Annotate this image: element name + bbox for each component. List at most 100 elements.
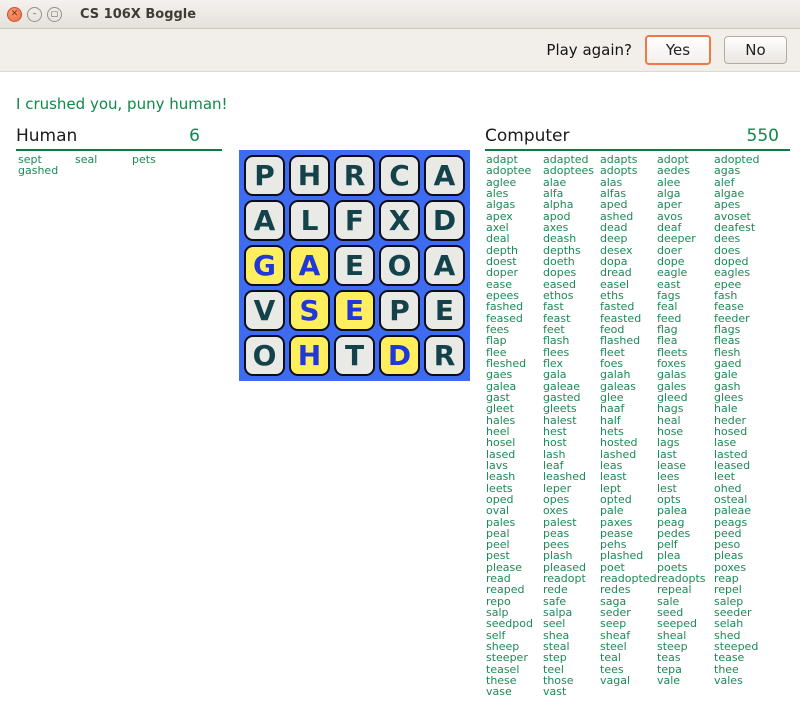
word: vast <box>543 686 600 697</box>
word: leashed <box>543 471 600 482</box>
word: adoptee <box>486 165 543 176</box>
word: dread <box>600 267 657 278</box>
word: flea <box>657 335 714 346</box>
word: fease <box>714 301 771 312</box>
word: vales <box>714 675 771 686</box>
word: aedes <box>657 165 714 176</box>
word: host <box>543 437 600 448</box>
word: doper <box>486 267 543 278</box>
word: eagles <box>714 267 771 278</box>
word: deeper <box>657 233 714 244</box>
play-again-label: Play again? <box>546 41 632 59</box>
board-tile: A <box>424 155 465 196</box>
board-tile: E <box>334 290 375 331</box>
window-close-button[interactable]: ✕ <box>7 7 22 22</box>
word: oval <box>486 505 543 516</box>
board-tile: V <box>244 290 285 331</box>
computer-title: Computer <box>485 127 570 146</box>
human-section: Human 6 septsealpetsgashed <box>16 127 222 177</box>
word: lees <box>657 471 714 482</box>
word: adopts <box>600 165 657 176</box>
word: gaes <box>486 369 543 380</box>
word: hags <box>657 403 714 414</box>
word: gleets <box>543 403 600 414</box>
status-message: I crushed you, puny human! <box>16 95 228 113</box>
board-tile: X <box>379 200 420 241</box>
no-button[interactable]: No <box>724 36 787 64</box>
human-title: Human <box>16 127 77 146</box>
word: least <box>600 471 657 482</box>
computer-section: Computer 550 adaptadaptedadaptsadoptadop… <box>485 127 790 698</box>
board-tile: G <box>244 245 285 286</box>
word: deash <box>543 233 600 244</box>
human-header: Human 6 <box>16 127 222 151</box>
minimize-icon: – <box>33 10 37 18</box>
board-tile: F <box>334 200 375 241</box>
computer-score: 550 <box>747 127 779 146</box>
board-tile: T <box>334 335 375 376</box>
board-tile: O <box>244 335 285 376</box>
board-tile: R <box>424 335 465 376</box>
human-word-list: septsealpetsgashed <box>18 154 222 177</box>
board-tile: P <box>379 290 420 331</box>
board-tile: O <box>379 245 420 286</box>
window-titlebar[interactable]: ✕ – ▢ CS 106X Boggle <box>0 0 800 29</box>
boggle-board: PHRCAALFXDGAEOAVSEPEOHTDR <box>239 150 470 381</box>
word: haaf <box>600 403 657 414</box>
board-tile: C <box>379 155 420 196</box>
window-maximize-button[interactable]: ▢ <box>47 7 62 22</box>
board-tile: S <box>289 290 330 331</box>
word: fast <box>543 301 600 312</box>
word: hosted <box>600 437 657 448</box>
board-tile: P <box>244 155 285 196</box>
word: vale <box>657 675 714 686</box>
word: palea <box>657 505 714 516</box>
maximize-icon: ▢ <box>51 10 59 18</box>
close-icon: ✕ <box>11 10 19 19</box>
word: fasted <box>600 301 657 312</box>
word: fleas <box>714 335 771 346</box>
word: gashed <box>18 165 75 176</box>
board-tile: L <box>289 200 330 241</box>
word: dees <box>714 233 771 244</box>
word: galas <box>657 369 714 380</box>
word: gala <box>543 369 600 380</box>
word: eagle <box>657 267 714 278</box>
word: lase <box>714 437 771 448</box>
word: vase <box>486 686 543 697</box>
board-tile: A <box>289 245 330 286</box>
play-again-toolbar: Play again? Yes No <box>0 29 800 72</box>
word: feal <box>657 301 714 312</box>
word: deep <box>600 233 657 244</box>
word: flash <box>543 335 600 346</box>
board-tile: E <box>424 290 465 331</box>
word: aper <box>657 199 714 210</box>
word: hale <box>714 403 771 414</box>
word: paleae <box>714 505 771 516</box>
word: adoptees <box>543 165 600 176</box>
word: gleet <box>486 403 543 414</box>
word: vagal <box>600 675 657 686</box>
board-tile: D <box>424 200 465 241</box>
board-tile: H <box>289 335 330 376</box>
computer-word-list: adaptadaptedadaptsadoptadoptedadopteeado… <box>486 154 790 698</box>
main-content: I crushed you, puny human! Human 6 septs… <box>0 72 800 714</box>
word: fashed <box>486 301 543 312</box>
word: agas <box>714 165 771 176</box>
human-score: 6 <box>189 127 200 146</box>
computer-header: Computer 550 <box>485 127 790 151</box>
word: leash <box>486 471 543 482</box>
word: leet <box>714 471 771 482</box>
board-tile: E <box>334 245 375 286</box>
word: pale <box>600 505 657 516</box>
board-tile: H <box>289 155 330 196</box>
window-minimize-button[interactable]: – <box>27 7 42 22</box>
word: hosel <box>486 437 543 448</box>
word: flashed <box>600 335 657 346</box>
board-tile: R <box>334 155 375 196</box>
board-tile: D <box>379 335 420 376</box>
yes-button[interactable]: Yes <box>645 35 711 65</box>
word: alpha <box>543 199 600 210</box>
word: aped <box>600 199 657 210</box>
word: dopes <box>543 267 600 278</box>
